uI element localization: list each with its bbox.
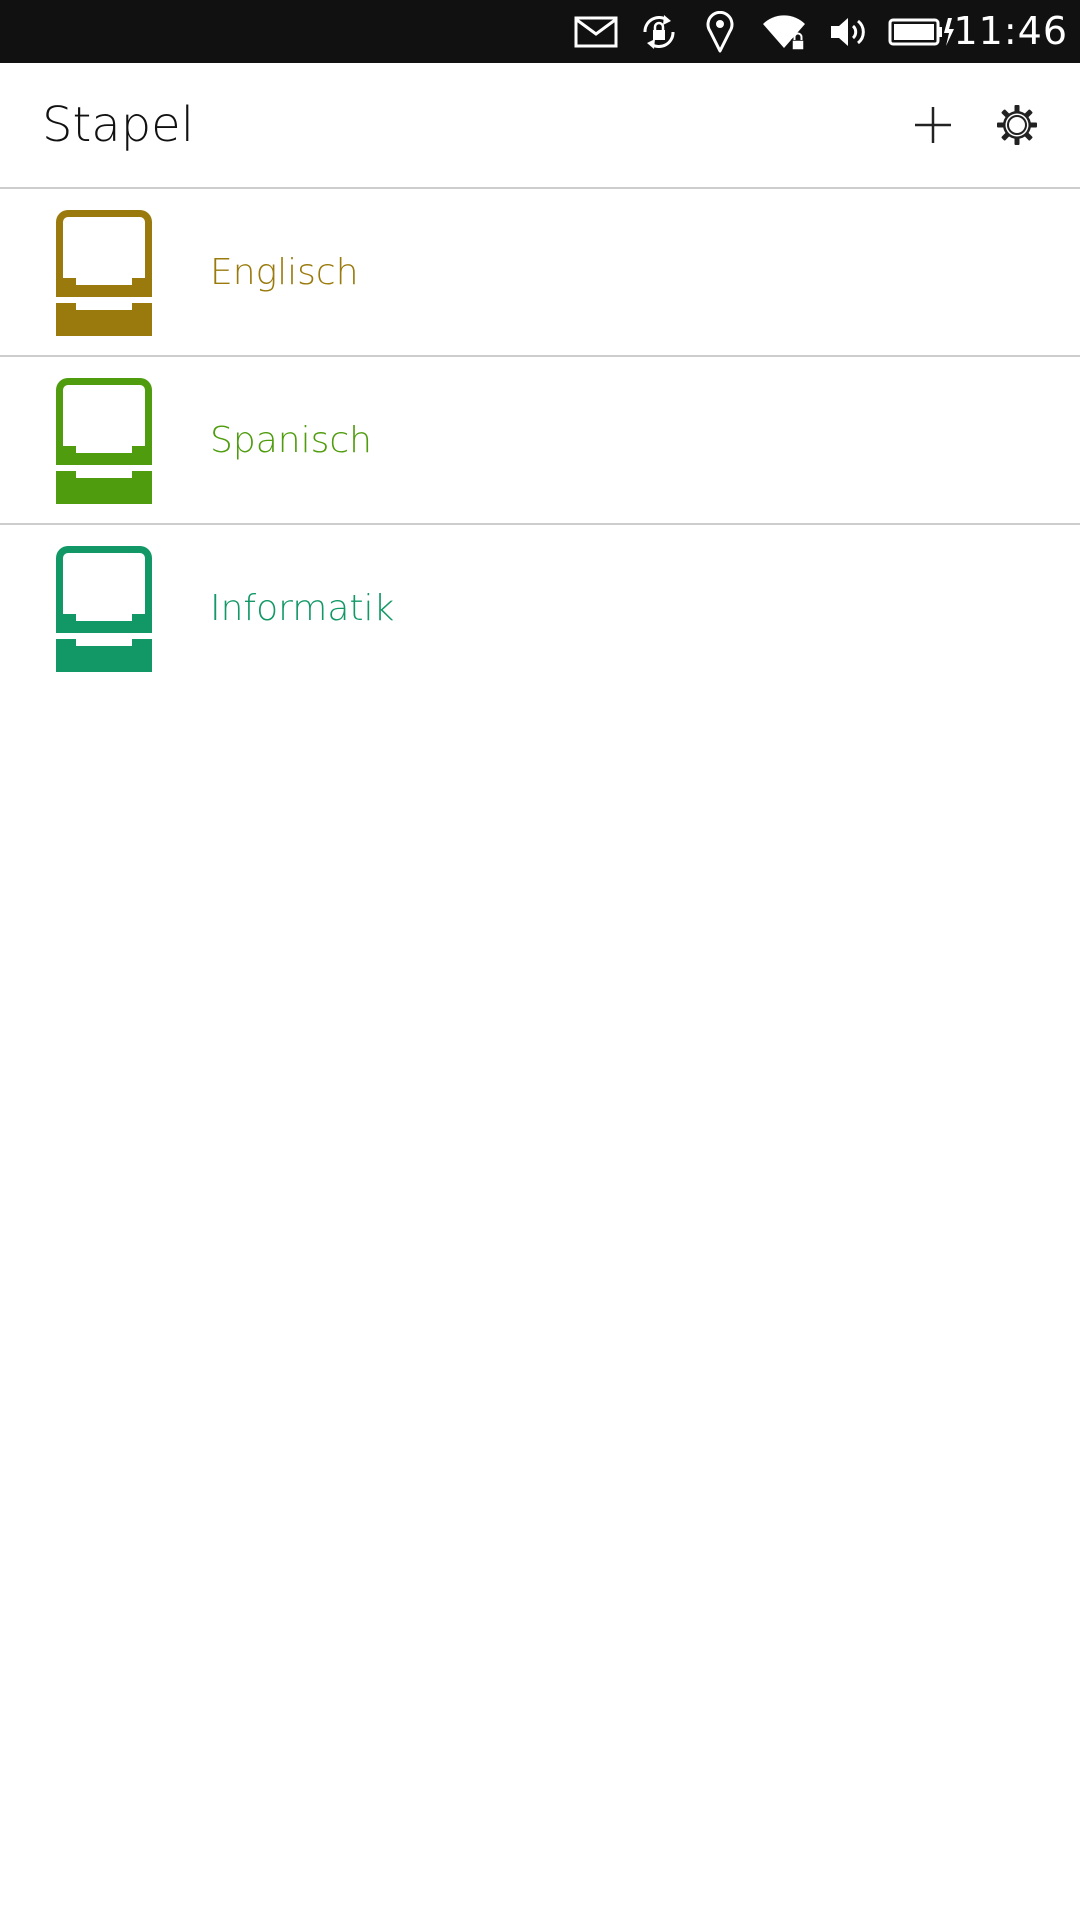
deck-item-englisch[interactable]: Englisch — [0, 189, 1080, 357]
card-box-icon — [56, 378, 152, 504]
settings-button[interactable] — [986, 94, 1048, 156]
deck-item-spanisch[interactable]: Spanisch — [0, 357, 1080, 525]
location-icon — [702, 0, 738, 63]
page-title: Stapel — [42, 97, 195, 153]
rotation-lock-icon — [635, 0, 683, 63]
battery-charging-icon — [888, 0, 956, 63]
wifi-icon — [760, 0, 808, 63]
plus-icon — [915, 107, 951, 143]
mail-icon — [572, 0, 620, 63]
header: Stapel — [0, 63, 1080, 189]
card-box-icon — [56, 546, 152, 672]
volume-icon — [826, 0, 870, 63]
gear-icon — [997, 105, 1037, 145]
app-screen: 11:46 Stapel Englisch Spanisch Informati… — [0, 0, 1080, 1920]
card-box-icon — [56, 210, 152, 336]
deck-label: Spanisch — [210, 420, 372, 461]
deck-label: Informatik — [210, 588, 395, 629]
deck-list: Englisch Spanisch Informatik — [0, 189, 1080, 693]
status-bar: 11:46 — [0, 0, 1080, 63]
deck-item-informatik[interactable]: Informatik — [0, 525, 1080, 693]
add-deck-button[interactable] — [902, 94, 964, 156]
clock-time: 11:46 — [953, 9, 1068, 53]
deck-label: Englisch — [210, 252, 359, 293]
